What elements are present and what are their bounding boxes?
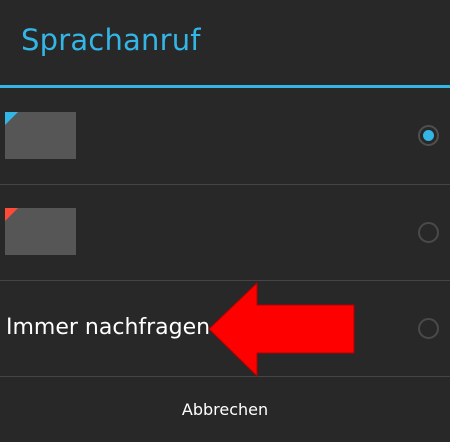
dialog-title: Sprachanruf — [21, 23, 201, 57]
radio-dot — [423, 130, 434, 141]
sim-corner-red — [5, 208, 18, 221]
call-account-dialog: Sprachanruf Immer nachfragen Abbrechen — [0, 0, 450, 442]
red-arrow-annotation-icon — [208, 282, 355, 377]
option-sim-2[interactable] — [0, 185, 450, 280]
arrow-shape — [208, 282, 355, 377]
sim-card-icon — [5, 208, 76, 255]
sim-card-icon — [5, 112, 76, 159]
radio-button[interactable] — [418, 222, 439, 243]
option-sim-1[interactable] — [0, 88, 450, 183]
cancel-button[interactable]: Abbrechen — [0, 377, 450, 442]
dialog-header: Sprachanruf — [0, 0, 450, 85]
sim-corner-blue — [5, 112, 18, 125]
dialog-footer: Abbrechen — [0, 377, 450, 442]
radio-button[interactable] — [418, 318, 439, 339]
radio-button-checked[interactable] — [418, 125, 439, 146]
option-label-always-ask: Immer nachfragen — [6, 315, 211, 340]
